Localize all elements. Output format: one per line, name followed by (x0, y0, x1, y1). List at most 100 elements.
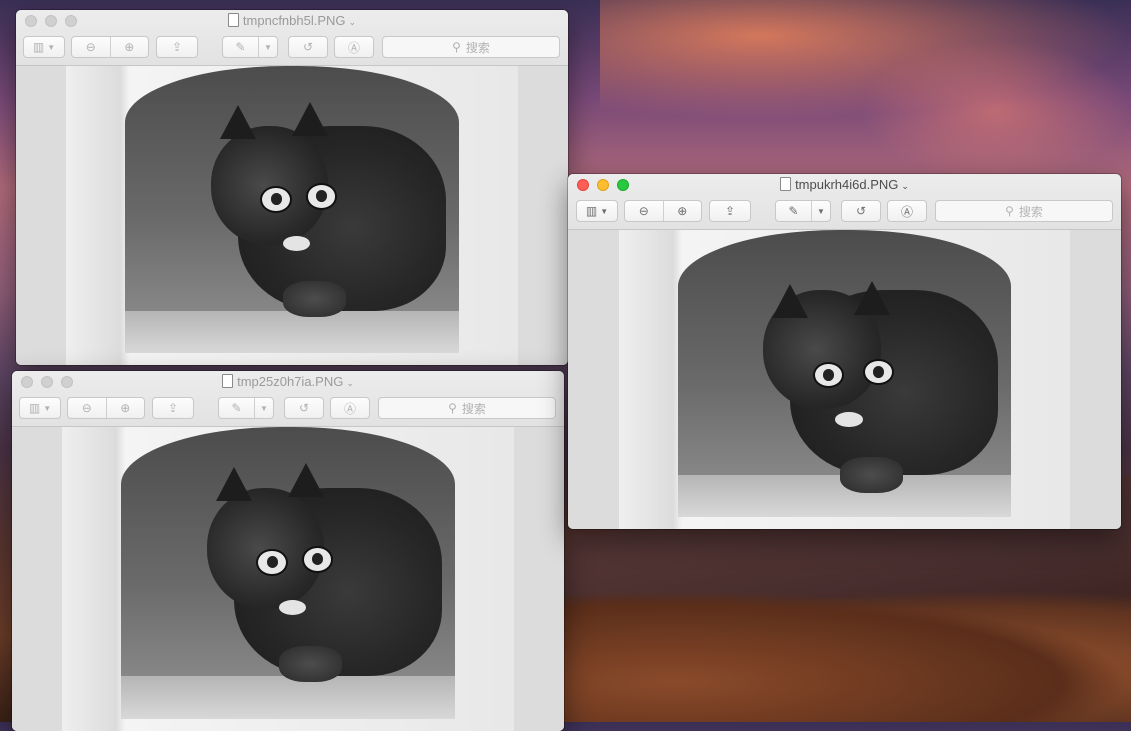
rotate-button[interactable]: ↺ (841, 200, 881, 222)
zoom-in-button[interactable]: ⊕ (109, 37, 149, 57)
zoom-out-icon: ⊖ (85, 40, 96, 54)
markup-control[interactable]: ✎ ▼ (218, 397, 274, 419)
zoom-control[interactable]: ⊖ ⊕ (624, 200, 702, 222)
share-button[interactable]: ⇪ (709, 200, 751, 222)
search-field[interactable]: ⚲ 搜索 (378, 397, 556, 419)
zoom-in-icon: ⊕ (120, 401, 131, 415)
markup-button[interactable]: ✎ (776, 201, 811, 221)
photo-cat-ear (215, 466, 252, 501)
preview-window-2[interactable]: tmp25z0h7ia.PNG ⌄ ▥ ▼ ⊖ ⊕ ⇪ ✎ ▼ ↺ Ⓐ ⚲ 搜索 (12, 371, 564, 731)
window-titlebar[interactable]: tmp25z0h7ia.PNG ⌄ ▥ ▼ ⊖ ⊕ ⇪ ✎ ▼ ↺ Ⓐ ⚲ 搜索 (12, 371, 564, 427)
window-titlebar[interactable]: tmpncfnbh5l.PNG ⌄ ▥ ▼ ⊖ ⊕ ⇪ ✎ ▼ ↺ Ⓐ ⚲ 搜索 (16, 10, 568, 66)
search-placeholder: 搜索 (461, 401, 486, 416)
rotate-button[interactable]: ↺ (284, 397, 324, 419)
window-titlebar[interactable]: tmpukrh4i6d.PNG ⌄ ▥ ▼ ⊖ ⊕ ⇪ ✎ ▼ ↺ Ⓐ ⚲ 搜索 (568, 174, 1121, 230)
chevron-down-icon: ▼ (600, 206, 609, 216)
zoom-control[interactable]: ⊖ ⊕ (71, 36, 149, 58)
wallpaper-rocks (560, 590, 1131, 722)
sidebar-toggle-icon: ▥ (32, 40, 45, 54)
markup-menu-button[interactable]: ▼ (254, 398, 273, 418)
zoom-out-icon: ⊖ (81, 401, 92, 415)
chevron-down-icon[interactable]: ⌄ (901, 181, 909, 191)
photo-cat-eye (260, 185, 292, 213)
photo-cat-paw (278, 645, 343, 683)
annotate-button[interactable]: Ⓐ (330, 397, 370, 419)
zoom-control[interactable]: ⊖ ⊕ (67, 397, 145, 419)
window-title-text: tmpukrh4i6d.PNG (795, 177, 899, 192)
rotate-button[interactable]: ↺ (288, 36, 328, 58)
pen-markup-icon: ✎ (235, 40, 246, 54)
annotate-button[interactable]: Ⓐ (334, 36, 374, 58)
photo-cat-ear (219, 104, 256, 139)
photo-cat-ear (292, 101, 328, 136)
chevron-down-icon: ▼ (260, 403, 268, 413)
photo-cat-ear (853, 280, 890, 315)
chevron-down-icon[interactable]: ⌄ (349, 17, 357, 27)
markup-menu-button[interactable]: ▼ (811, 201, 830, 221)
zoom-out-button[interactable]: ⊖ (68, 398, 106, 418)
share-button[interactable]: ⇪ (156, 36, 198, 58)
markup-toolbar-icon: Ⓐ (343, 401, 356, 416)
zoom-out-button[interactable]: ⊖ (625, 201, 663, 221)
share-button[interactable]: ⇪ (152, 397, 194, 419)
zoom-in-button[interactable]: ⊕ (662, 201, 702, 221)
search-icon: ⚲ (1005, 204, 1014, 218)
annotate-button[interactable]: Ⓐ (887, 200, 927, 222)
preview-window-1[interactable]: tmpncfnbh5l.PNG ⌄ ▥ ▼ ⊖ ⊕ ⇪ ✎ ▼ ↺ Ⓐ ⚲ 搜索 (16, 10, 568, 365)
cat-photo (619, 230, 1070, 529)
zoom-out-icon: ⊖ (638, 204, 649, 218)
markup-control[interactable]: ✎ ▼ (775, 200, 831, 222)
window-title[interactable]: tmpncfnbh5l.PNG ⌄ (16, 13, 568, 28)
chevron-down-icon[interactable]: ⌄ (346, 378, 354, 388)
search-icon: ⚲ (452, 40, 461, 54)
sidebar-button[interactable]: ▥ ▼ (23, 36, 65, 58)
photo-cat-ear (772, 283, 809, 318)
search-icon: ⚲ (448, 401, 457, 415)
image-canvas[interactable] (12, 427, 564, 731)
zoom-in-icon: ⊕ (677, 204, 688, 218)
chevron-down-icon: ▼ (47, 42, 56, 52)
markup-button[interactable]: ✎ (223, 37, 258, 57)
image-canvas[interactable] (568, 230, 1121, 529)
sidebar-button[interactable]: ▥ ▼ (576, 200, 618, 222)
chevron-down-icon: ▼ (43, 403, 52, 413)
rotate-left-icon: ↺ (855, 204, 867, 218)
share-icon: ⇪ (724, 204, 736, 218)
markup-menu-button[interactable]: ▼ (258, 37, 277, 57)
markup-toolbar-icon: Ⓐ (900, 204, 913, 219)
rotate-left-icon: ↺ (302, 40, 314, 54)
image-canvas[interactable] (16, 66, 568, 365)
share-icon: ⇪ (171, 40, 183, 54)
zoom-in-button[interactable]: ⊕ (105, 398, 145, 418)
cat-photo (62, 427, 514, 731)
chevron-down-icon: ▼ (817, 206, 825, 216)
preview-window-3[interactable]: tmpukrh4i6d.PNG ⌄ ▥ ▼ ⊖ ⊕ ⇪ ✎ ▼ ↺ Ⓐ ⚲ 搜索 (568, 174, 1121, 529)
photo-ledge (120, 676, 456, 719)
search-placeholder: 搜索 (465, 40, 490, 55)
markup-button[interactable]: ✎ (219, 398, 254, 418)
photo-cat-chin (835, 412, 863, 428)
zoom-in-icon: ⊕ (124, 40, 135, 54)
photo-ledge (124, 311, 460, 354)
window-title[interactable]: tmpukrh4i6d.PNG ⌄ (568, 177, 1121, 192)
photo-cat-paw (282, 281, 347, 318)
pen-markup-icon: ✎ (231, 401, 242, 415)
markup-control[interactable]: ✎ ▼ (222, 36, 278, 58)
search-field[interactable]: ⚲ 搜索 (382, 36, 560, 58)
photo-cat-ear (288, 463, 324, 498)
photo-cat-eye (305, 182, 338, 210)
pen-markup-icon: ✎ (788, 204, 799, 218)
search-field[interactable]: ⚲ 搜索 (935, 200, 1113, 222)
window-title-text: tmp25z0h7ia.PNG (237, 374, 344, 389)
photo-cat-eye (301, 545, 334, 573)
sidebar-button[interactable]: ▥ ▼ (19, 397, 61, 419)
document-icon (780, 177, 792, 191)
document-icon (227, 13, 239, 27)
search-placeholder: 搜索 (1018, 204, 1043, 219)
cat-photo (66, 66, 518, 365)
window-title[interactable]: tmp25z0h7ia.PNG ⌄ (12, 374, 564, 389)
chevron-down-icon: ▼ (264, 42, 272, 52)
share-icon: ⇪ (167, 401, 179, 415)
zoom-out-button[interactable]: ⊖ (72, 37, 110, 57)
wallpaper-glow (860, 40, 1131, 180)
